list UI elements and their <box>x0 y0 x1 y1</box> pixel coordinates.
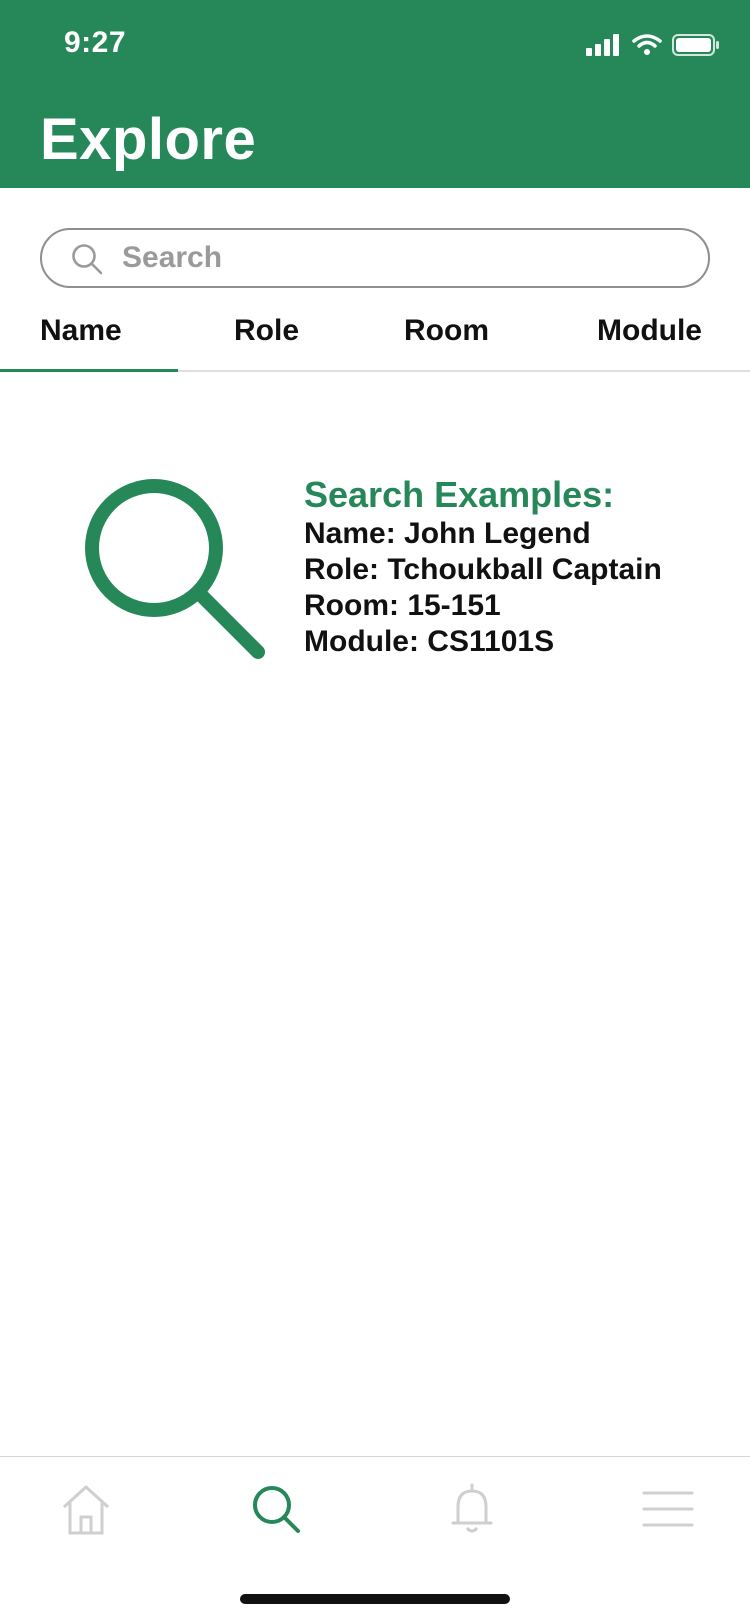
search-icon <box>72 244 103 275</box>
example-role: Role: Tchoukball Captain <box>304 553 662 586</box>
tab-name[interactable]: Name <box>40 314 122 348</box>
home-indicator[interactable] <box>240 1594 510 1604</box>
bell-icon <box>451 1483 493 1533</box>
status-icons <box>586 32 720 58</box>
search-icon <box>253 1486 300 1533</box>
example-name: Name: John Legend <box>304 517 591 550</box>
tabbar-menu[interactable] <box>638 1479 698 1539</box>
wifi-icon <box>632 34 662 55</box>
search-input[interactable] <box>122 240 682 276</box>
signal-icon <box>586 34 619 56</box>
tab-room[interactable]: Room <box>404 314 489 348</box>
magnifier-illustration-icon <box>85 479 265 659</box>
tabbar-notifications[interactable] <box>442 1479 502 1539</box>
search-bar[interactable] <box>40 228 710 288</box>
status-time: 9:27 <box>64 26 127 59</box>
menu-icon <box>642 1491 694 1527</box>
tab-role[interactable]: Role <box>234 314 299 348</box>
examples-title: Search Examples: <box>304 474 615 515</box>
tab-module[interactable]: Module <box>597 314 702 348</box>
filter-tabs: Name Role Room Module <box>0 300 750 372</box>
tab-selected-indicator <box>0 369 178 372</box>
app-header: 9:27 Explore <box>0 0 750 188</box>
battery-icon <box>672 34 719 56</box>
page-title: Explore <box>40 107 257 172</box>
tabbar-home[interactable] <box>56 1479 116 1539</box>
home-icon <box>62 1485 110 1535</box>
example-room: Room: 15-151 <box>304 589 501 622</box>
tabbar-search[interactable] <box>246 1479 306 1539</box>
search-examples: Search Examples: Name: John Legend Role:… <box>304 474 662 660</box>
example-module: Module: CS1101S <box>304 625 555 658</box>
